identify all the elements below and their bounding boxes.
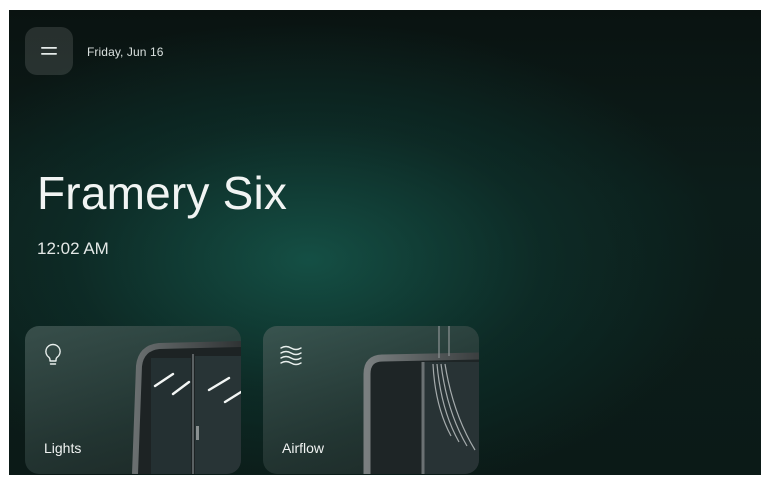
room-title: Framery Six	[37, 167, 288, 219]
lights-card[interactable]: Lights	[25, 326, 241, 474]
menu-icon	[41, 47, 57, 55]
home-screen: Friday, Jun 16 Framery Six 12:02 AM Ligh…	[9, 10, 761, 475]
lights-label: Lights	[44, 440, 82, 456]
airflow-icon	[280, 345, 302, 366]
lightbulb-icon	[45, 343, 61, 365]
clock-time: 12:02 AM	[37, 239, 109, 258]
airflow-label: Airflow	[282, 440, 325, 456]
airflow-card[interactable]: Airflow	[263, 326, 479, 474]
menu-button[interactable]	[25, 27, 73, 75]
date-label: Friday, Jun 16	[87, 45, 164, 59]
